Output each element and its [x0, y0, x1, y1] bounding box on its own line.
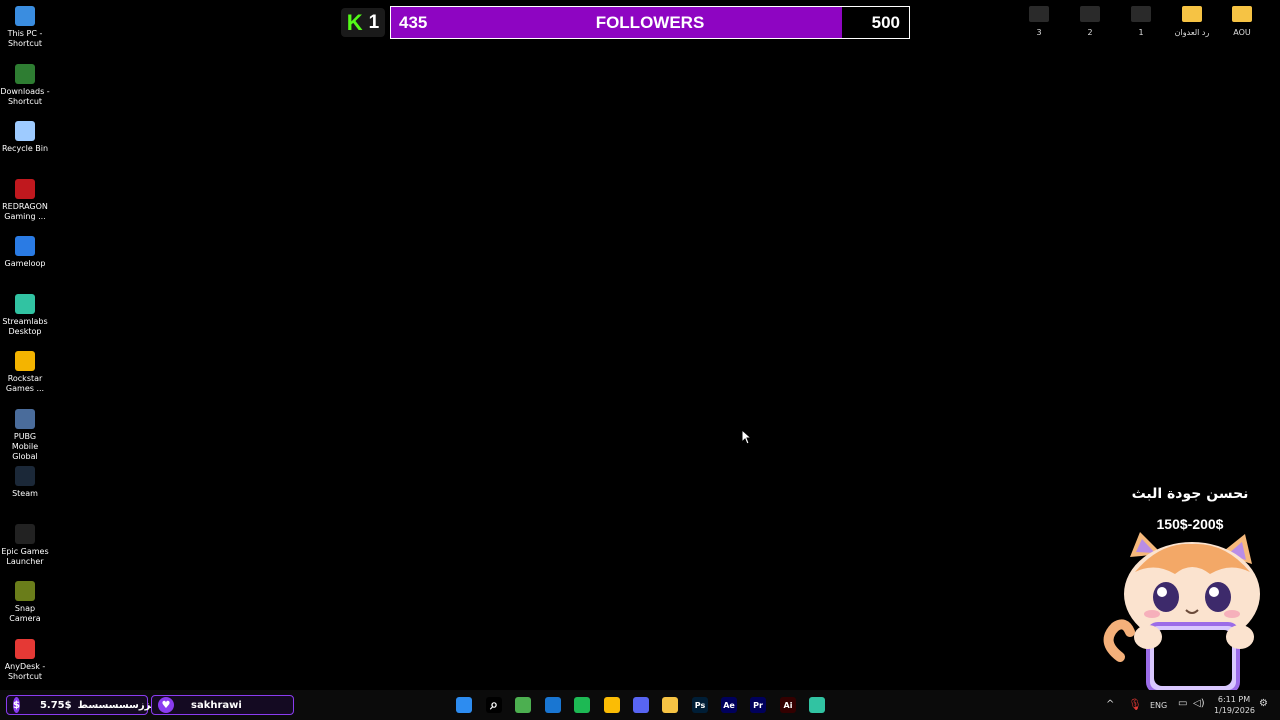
app-icon[interactable]: [545, 697, 561, 713]
file-icon: [1131, 6, 1151, 22]
donation-amount: 5.75$: [39, 699, 72, 711]
epic-icon: [15, 523, 35, 544]
top-right-icon-2[interactable]: 1: [1123, 6, 1159, 37]
chrome-icon[interactable]: [604, 697, 620, 713]
donation-pill: $ 5.75$ بززسسسسسط: [6, 695, 155, 715]
desktop-icon-2[interactable]: Recycle Bin: [0, 115, 50, 154]
kick-badge-number: 1: [368, 11, 380, 33]
discord-icon[interactable]: [633, 697, 649, 713]
redragon-icon: [15, 178, 35, 199]
desktop-icon-3[interactable]: REDRAGON Gaming ...: [0, 173, 50, 222]
desktop-icon-5[interactable]: Streamlabs Desktop: [0, 288, 50, 337]
promo-price: 150$-200$: [1156, 516, 1224, 532]
desktop-icon-label: PUBG Mobile Global: [11, 431, 39, 461]
desktop-icon-label: Snap Camera: [9, 604, 41, 623]
desktop-icon-9[interactable]: Epic Games Launcher: [0, 518, 50, 567]
top-right-icon-label: 3: [1036, 28, 1042, 37]
goal-target-count: 500: [871, 13, 900, 32]
search-icon[interactable]: ⌕: [486, 697, 502, 713]
clock[interactable]: 6:11 PM 1/19/2026: [1214, 694, 1256, 716]
desktop-icon-11[interactable]: AnyDesk - Shortcut: [0, 633, 50, 682]
desktop-icon-4[interactable]: Gameloop: [0, 230, 50, 269]
anydesk-icon: [15, 638, 35, 659]
follower-goal-bar: 435 FOLLOWERS 500: [390, 6, 910, 39]
cat-mascot-icon: [1103, 532, 1260, 694]
desktop-icon-label: REDRAGON Gaming ...: [2, 201, 48, 221]
top-right-icon-0[interactable]: 3: [1021, 6, 1057, 37]
photoshop-icon[interactable]: Ps: [692, 697, 708, 713]
taskbar: $ 5.75$ بززسسسسسط ♥ sakhrawi ⌕ Ps Ae Pr Ai ^…: [0, 690, 1280, 720]
premiere-icon[interactable]: Pr: [750, 697, 766, 713]
mouse-cursor-icon: [741, 429, 753, 445]
file-icon: [1029, 6, 1049, 22]
clock-time: 6:11 PM: [1217, 695, 1251, 704]
desktop-icon-label: Streamlabs Desktop: [2, 316, 48, 336]
top-right-icon-label: AOU: [1233, 28, 1251, 37]
top-right-icon-3[interactable]: رد العدوان: [1174, 6, 1210, 37]
top-right-icon-label: رد العدوان: [1174, 28, 1210, 37]
clock-date: 1/19/2026: [1214, 706, 1256, 715]
desktop-icon-label: Gameloop: [4, 259, 46, 268]
desktop-icon-label: Downloads - Shortcut: [0, 86, 50, 106]
computer-icon: [15, 6, 35, 26]
network-icon[interactable]: ▭: [1178, 698, 1187, 709]
goal-title: FOLLOWERS: [595, 13, 705, 32]
kick-badge: K 1: [341, 8, 385, 37]
desktop-icon-label: Epic Games Launcher: [1, 546, 49, 566]
donation-name: بززسسسسسط: [77, 699, 155, 711]
heart-icon: ♥: [158, 697, 174, 713]
volume-icon[interactable]: ◁): [1193, 698, 1205, 709]
download-icon: [15, 63, 35, 84]
illustrator-icon[interactable]: Ai: [780, 697, 796, 713]
file-icon: [1080, 6, 1100, 22]
gameloop-icon: [15, 236, 35, 256]
desktop-icon-10[interactable]: Snap Camera: [0, 575, 50, 624]
top-right-icon-label: 1: [1138, 28, 1144, 37]
desktop-icon-8[interactable]: Steam: [0, 460, 50, 499]
recycle-bin-icon: [15, 121, 35, 141]
pubg-icon: [15, 408, 35, 429]
streamlabs-icon: [15, 293, 35, 314]
desktop-icon-7[interactable]: PUBG Mobile Global: [0, 403, 50, 462]
desktop-icon-label: Rockstar Games ...: [5, 374, 45, 393]
promo-title: نحسن جودة البث: [1131, 486, 1249, 502]
top-right-icon-label: 2: [1087, 28, 1093, 37]
dollar-icon: $: [13, 697, 20, 713]
folder-icon: [1232, 6, 1252, 22]
start-icon[interactable]: [456, 697, 472, 713]
desktop-icon-label: This PC - Shortcut: [7, 29, 43, 48]
desktop-icon-label: AnyDesk - Shortcut: [4, 661, 46, 681]
minecraft-icon[interactable]: [515, 697, 531, 713]
microphone-icon[interactable]: 🎙: [1128, 698, 1142, 711]
top-right-icon-1[interactable]: 2: [1072, 6, 1108, 37]
notification-icon[interactable]: ⚙: [1259, 698, 1268, 709]
file-explorer-icon[interactable]: [662, 697, 678, 713]
desktop-icon-0[interactable]: This PC - Shortcut: [0, 0, 50, 49]
follower-pill: ♥ sakhrawi: [151, 695, 294, 715]
streamlabs-taskbar-icon[interactable]: [809, 697, 825, 713]
desktop-icon-6[interactable]: Rockstar Games ...: [0, 345, 50, 394]
rockstar-icon: [15, 351, 35, 371]
desktop-icon-label: Steam: [12, 489, 38, 498]
steam-icon: [15, 466, 35, 486]
follower-name: sakhrawi: [191, 699, 242, 711]
snap-camera-icon: [15, 581, 35, 601]
language-indicator[interactable]: ENG: [1150, 701, 1167, 710]
kick-logo-icon: K: [346, 9, 363, 35]
desktop-icon-1[interactable]: Downloads - Shortcut: [0, 58, 50, 107]
desktop-icon-label: Recycle Bin: [1, 144, 49, 153]
top-right-icon-4[interactable]: AOU: [1224, 6, 1260, 37]
tray-chevron-icon[interactable]: ^: [1106, 699, 1114, 710]
after-effects-icon[interactable]: Ae: [721, 697, 737, 713]
folder-icon: [1182, 6, 1202, 22]
spotify-icon[interactable]: [574, 697, 590, 713]
